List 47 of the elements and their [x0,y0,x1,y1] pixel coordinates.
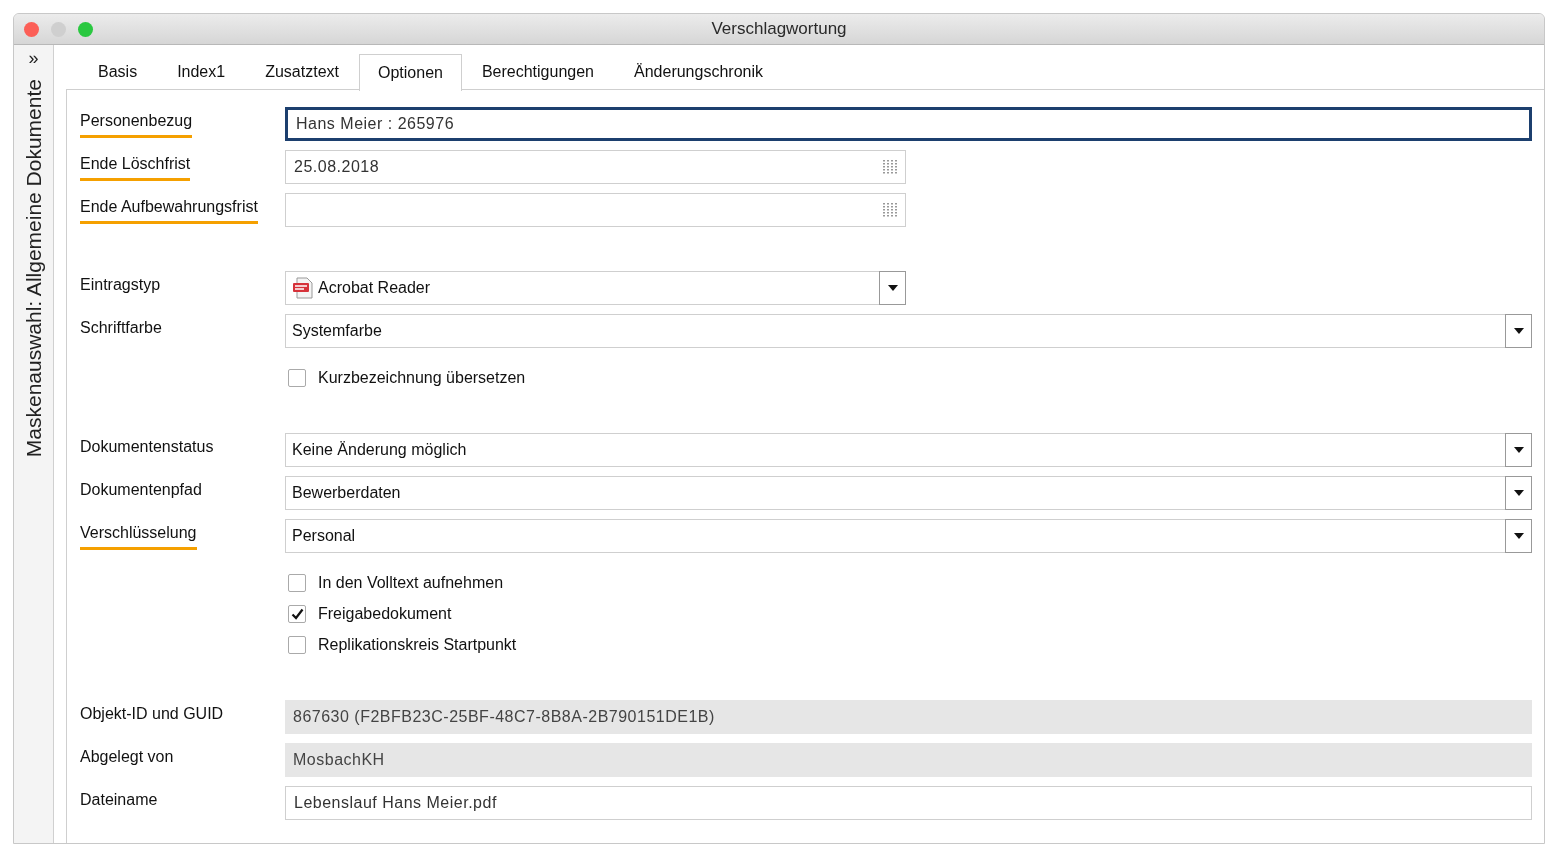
tab[interactable]: Basis [78,53,158,90]
caret-icon [1513,532,1524,539]
tab[interactable]: Berechtigungen [461,53,614,90]
dropdown[interactable]: Systemfarbe [285,313,1532,348]
input-field[interactable]: Lebenslauf Hans Meier.pdf [285,785,1532,820]
readonly-field: 867630 (F2BFB23C-25BF-48C7-8B8A-2B790151DE1B) [285,699,1532,734]
field-label: Dokumentenstatus [80,437,214,457]
dropdown[interactable]: Keine Änderung möglich [285,432,1532,467]
field-label: Objekt-ID und GUID [80,704,224,724]
field-label: Eintragstyp [80,275,161,295]
caret-icon [1513,489,1524,496]
caret-icon [1513,446,1524,453]
field-label: Dateiname [80,790,158,810]
date-field[interactable]: 25.08.2018 [285,149,906,184]
caret-icon [1513,327,1524,334]
field-label: Dokumentenpfad [80,480,202,500]
tab[interactable]: Zusatztext [245,53,359,90]
dropdown[interactable]: Bewerberdaten [285,475,1532,510]
input-field[interactable]: Hans Meier : 265976 [285,106,1532,141]
field-label: Personenbezug [80,109,193,138]
checkbox[interactable]: Freigabedokument [288,601,452,626]
field-label: Schriftfarbe [80,318,162,338]
checkbox[interactable]: Replikationskreis Startpunkt [288,632,517,657]
tab[interactable]: Änderungschronik [614,53,783,90]
dropdown[interactable]: Personal [285,518,1532,553]
field-label: Ende Aufbewahrungsfrist [80,195,258,224]
tab[interactable]: Optionen [359,54,462,91]
expand-button[interactable]: » [28,49,39,67]
zoom-button[interactable] [78,21,93,37]
minimize-button[interactable] [51,21,66,37]
readonly-field: MosbachKH [285,742,1532,777]
calendar-grid-icon [883,202,899,217]
checkbox[interactable]: Kurzbezeichnung übersetzen [288,365,526,390]
checkmark-icon [290,607,304,620]
checkbox[interactable]: In den Volltext aufnehmen [288,570,504,595]
dropdown[interactable]: Acrobat Reader [285,270,906,305]
close-button[interactable] [24,21,39,37]
date-field[interactable] [285,192,906,227]
field-label: Verschlüsselung [80,521,197,550]
side-panel-title: Maskenauswahl: Allgemeine Dokumente [20,79,46,458]
pdf-file-icon [292,276,314,299]
tab[interactable]: Index1 [157,53,246,90]
calendar-grid-icon [883,159,899,174]
window-title: Verschlagwortung [711,18,847,41]
field-label: Ende Löschfrist [80,152,191,181]
field-label: Abgelegt von [80,747,174,767]
caret-icon [887,284,898,291]
